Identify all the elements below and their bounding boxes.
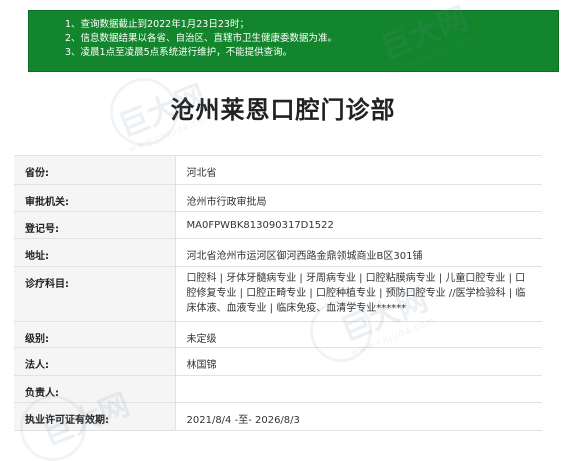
table-row: 执业许可证有效期: 2021/8/4 -至- 2026/8/3 [14,402,542,431]
field-label: 地址: [14,238,176,267]
field-label: 省份: [14,155,176,185]
field-label: 级别: [14,321,176,348]
table-row: 登记号: MA0FPWBK813090317D1522 [14,211,542,239]
notice-banner: 1、查询数据截止到2022年1月23日23时； 2、信息数据结果以各省、自治区、… [28,10,559,72]
field-value: 林国锦 [175,347,542,376]
table-row: 审批机关: 沧州市行政审批局 [14,184,542,212]
field-label: 审批机关: [14,184,176,212]
field-value [175,375,542,403]
notice-line: 3、凌晨1点至凌晨5点系统进行维护，不能提供查询。 [65,47,293,58]
notice-line: 1、查询数据截止到2022年1月23日23时； [65,19,249,30]
notice-line: 2、信息数据结果以各省、自治区、直辖市卫生健康委数据为准。 [65,33,338,44]
field-value: 口腔科 | 牙体牙髓病专业 | 牙周病专业 | 口腔粘膜病专业 | 儿童口腔专业… [175,266,542,322]
field-value: MA0FPWBK813090317D1522 [175,211,542,239]
field-value: 沧州市行政审批局 [175,184,542,212]
field-value: 河北省沧州市运河区御河西路金鼎领城商业B区301铺 [175,238,542,267]
table-row: 省份: 河北省 [14,155,542,185]
field-label: 登记号: [14,211,176,239]
field-value: 2021/8/4 -至- 2026/8/3 [175,402,542,431]
field-label: 法人: [14,347,176,376]
field-label: 执业许可证有效期: [14,402,176,431]
field-label: 诊疗科目: [14,266,176,322]
info-table: 省份: 河北省 审批机关: 沧州市行政审批局 登记号: MA0FPWBK8130… [14,155,542,431]
page-title: 沧州莱恩口腔门诊部 [170,96,396,124]
field-label: 负责人: [14,375,176,403]
table-row: 地址: 河北省沧州市运河区御河西路金鼎领城商业B区301铺 [14,238,542,267]
table-row: 法人: 林国锦 [14,347,542,376]
field-value: 河北省 [175,155,542,185]
table-row: 诊疗科目: 口腔科 | 牙体牙髓病专业 | 牙周病专业 | 口腔粘膜病专业 | … [14,266,542,322]
field-value: 未定级 [175,321,542,348]
table-row: 级别: 未定级 [14,321,542,348]
table-row: 负责人: [14,375,542,403]
